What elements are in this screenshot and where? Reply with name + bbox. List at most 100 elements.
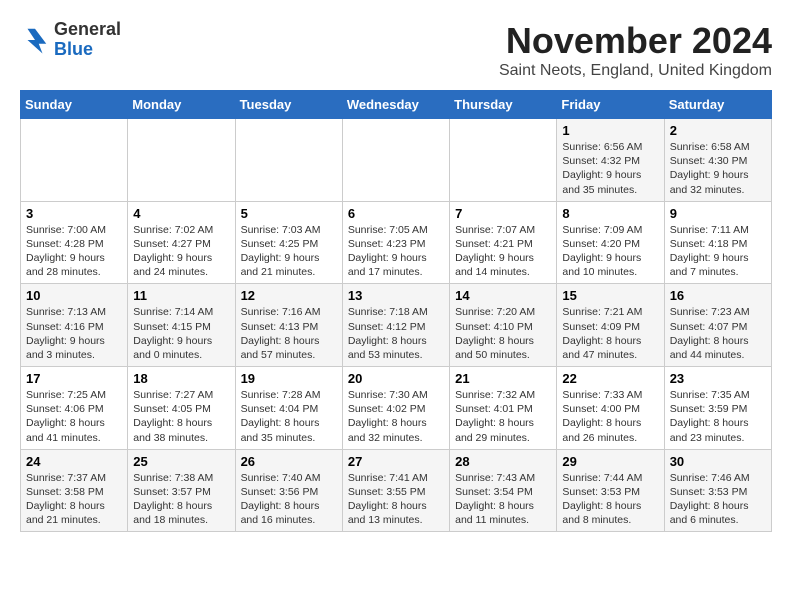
day-info: Sunrise: 7:38 AM Sunset: 3:57 PM Dayligh… [133,471,229,528]
day-number: 29 [562,454,658,469]
day-cell: 14 Sunrise: 7:20 AM Sunset: 4:10 PM Dayli… [450,284,557,367]
day-info: Sunrise: 7:40 AM Sunset: 3:56 PM Dayligh… [241,471,337,528]
day-info: Sunrise: 7:28 AM Sunset: 4:04 PM Dayligh… [241,388,337,445]
day-cell: 9 Sunrise: 7:11 AM Sunset: 4:18 PM Daylig… [664,201,771,284]
day-info: Sunrise: 7:09 AM Sunset: 4:20 PM Dayligh… [562,223,658,280]
day-info: Sunrise: 7:11 AM Sunset: 4:18 PM Dayligh… [670,223,766,280]
day-info: Sunrise: 7:41 AM Sunset: 3:55 PM Dayligh… [348,471,444,528]
day-cell [21,119,128,202]
day-number: 27 [348,454,444,469]
day-cell: 3 Sunrise: 7:00 AM Sunset: 4:28 PM Daylig… [21,201,128,284]
logo-general: General [54,20,121,40]
day-info: Sunrise: 7:30 AM Sunset: 4:02 PM Dayligh… [348,388,444,445]
day-cell: 16 Sunrise: 7:23 AM Sunset: 4:07 PM Dayli… [664,284,771,367]
day-info: Sunrise: 7:23 AM Sunset: 4:07 PM Dayligh… [670,305,766,362]
day-number: 26 [241,454,337,469]
day-cell: 10 Sunrise: 7:13 AM Sunset: 4:16 PM Dayli… [21,284,128,367]
day-info: Sunrise: 7:21 AM Sunset: 4:09 PM Dayligh… [562,305,658,362]
day-cell: 7 Sunrise: 7:07 AM Sunset: 4:21 PM Daylig… [450,201,557,284]
day-number: 22 [562,371,658,386]
logo-blue: Blue [54,40,121,60]
day-number: 20 [348,371,444,386]
day-cell: 28 Sunrise: 7:43 AM Sunset: 3:54 PM Dayli… [450,449,557,532]
day-number: 10 [26,288,122,303]
column-header-sunday: Sunday [21,91,128,119]
day-number: 16 [670,288,766,303]
day-info: Sunrise: 7:13 AM Sunset: 4:16 PM Dayligh… [26,305,122,362]
day-cell [450,119,557,202]
day-cell: 2Sunrise: 6:58 AM Sunset: 4:30 PM Daylig… [664,119,771,202]
day-number: 25 [133,454,229,469]
day-number: 3 [26,206,122,221]
week-row-2: 3 Sunrise: 7:00 AM Sunset: 4:28 PM Daylig… [21,201,772,284]
day-info: Sunrise: 7:32 AM Sunset: 4:01 PM Dayligh… [455,388,551,445]
day-info: Sunrise: 6:58 AM Sunset: 4:30 PM Dayligh… [670,140,766,197]
day-number: 19 [241,371,337,386]
day-cell: 30 Sunrise: 7:46 AM Sunset: 3:53 PM Dayli… [664,449,771,532]
day-number: 18 [133,371,229,386]
week-row-4: 17Sunrise: 7:25 AM Sunset: 4:06 PM Dayli… [21,367,772,450]
day-info: Sunrise: 7:05 AM Sunset: 4:23 PM Dayligh… [348,223,444,280]
day-cell: 23 Sunrise: 7:35 AM Sunset: 3:59 PM Dayli… [664,367,771,450]
location-title: Saint Neots, England, United Kingdom [499,62,772,80]
column-header-thursday: Thursday [450,91,557,119]
day-cell: 17Sunrise: 7:25 AM Sunset: 4:06 PM Dayli… [21,367,128,450]
day-info: Sunrise: 7:14 AM Sunset: 4:15 PM Dayligh… [133,305,229,362]
logo: General Blue [20,20,121,60]
day-cell: 1 Sunrise: 6:56 AM Sunset: 4:32 PM Daylig… [557,119,664,202]
month-title: November 2024 [499,20,772,62]
day-info: Sunrise: 6:56 AM Sunset: 4:32 PM Dayligh… [562,140,658,197]
header: General Blue November 2024 Saint Neots, … [20,20,772,80]
column-header-monday: Monday [128,91,235,119]
day-info: Sunrise: 7:07 AM Sunset: 4:21 PM Dayligh… [455,223,551,280]
column-header-wednesday: Wednesday [342,91,449,119]
day-cell: 13Sunrise: 7:18 AM Sunset: 4:12 PM Dayli… [342,284,449,367]
day-cell: 18 Sunrise: 7:27 AM Sunset: 4:05 PM Dayli… [128,367,235,450]
column-header-tuesday: Tuesday [235,91,342,119]
day-info: Sunrise: 7:25 AM Sunset: 4:06 PM Dayligh… [26,388,122,445]
day-cell [235,119,342,202]
week-row-5: 24Sunrise: 7:37 AM Sunset: 3:58 PM Dayli… [21,449,772,532]
day-number: 15 [562,288,658,303]
day-number: 5 [241,206,337,221]
day-number: 21 [455,371,551,386]
day-cell: 4Sunrise: 7:02 AM Sunset: 4:27 PM Daylig… [128,201,235,284]
day-cell: 15 Sunrise: 7:21 AM Sunset: 4:09 PM Dayli… [557,284,664,367]
day-cell: 24Sunrise: 7:37 AM Sunset: 3:58 PM Dayli… [21,449,128,532]
day-number: 14 [455,288,551,303]
day-info: Sunrise: 7:18 AM Sunset: 4:12 PM Dayligh… [348,305,444,362]
day-number: 12 [241,288,337,303]
day-number: 1 [562,123,658,138]
week-row-3: 10 Sunrise: 7:13 AM Sunset: 4:16 PM Dayli… [21,284,772,367]
day-cell: 21 Sunrise: 7:32 AM Sunset: 4:01 PM Dayli… [450,367,557,450]
day-number: 8 [562,206,658,221]
title-area: November 2024 Saint Neots, England, Unit… [499,20,772,80]
day-cell: 5Sunrise: 7:03 AM Sunset: 4:25 PM Daylig… [235,201,342,284]
day-info: Sunrise: 7:16 AM Sunset: 4:13 PM Dayligh… [241,305,337,362]
day-number: 6 [348,206,444,221]
day-cell: 26 Sunrise: 7:40 AM Sunset: 3:56 PM Dayli… [235,449,342,532]
day-info: Sunrise: 7:27 AM Sunset: 4:05 PM Dayligh… [133,388,229,445]
logo-text: General Blue [54,20,121,60]
day-cell: 19 Sunrise: 7:28 AM Sunset: 4:04 PM Dayli… [235,367,342,450]
day-info: Sunrise: 7:33 AM Sunset: 4:00 PM Dayligh… [562,388,658,445]
day-info: Sunrise: 7:43 AM Sunset: 3:54 PM Dayligh… [455,471,551,528]
day-info: Sunrise: 7:20 AM Sunset: 4:10 PM Dayligh… [455,305,551,362]
day-info: Sunrise: 7:46 AM Sunset: 3:53 PM Dayligh… [670,471,766,528]
day-number: 28 [455,454,551,469]
day-cell [342,119,449,202]
header-row: SundayMondayTuesdayWednesdayThursdayFrid… [21,91,772,119]
day-number: 7 [455,206,551,221]
day-cell: 6 Sunrise: 7:05 AM Sunset: 4:23 PM Daylig… [342,201,449,284]
day-number: 23 [670,371,766,386]
day-info: Sunrise: 7:44 AM Sunset: 3:53 PM Dayligh… [562,471,658,528]
day-number: 30 [670,454,766,469]
day-number: 24 [26,454,122,469]
calendar-table: SundayMondayTuesdayWednesdayThursdayFrid… [20,90,772,532]
day-number: 9 [670,206,766,221]
day-cell: 11Sunrise: 7:14 AM Sunset: 4:15 PM Dayli… [128,284,235,367]
column-header-saturday: Saturday [664,91,771,119]
day-info: Sunrise: 7:35 AM Sunset: 3:59 PM Dayligh… [670,388,766,445]
day-cell [128,119,235,202]
day-info: Sunrise: 7:00 AM Sunset: 4:28 PM Dayligh… [26,223,122,280]
